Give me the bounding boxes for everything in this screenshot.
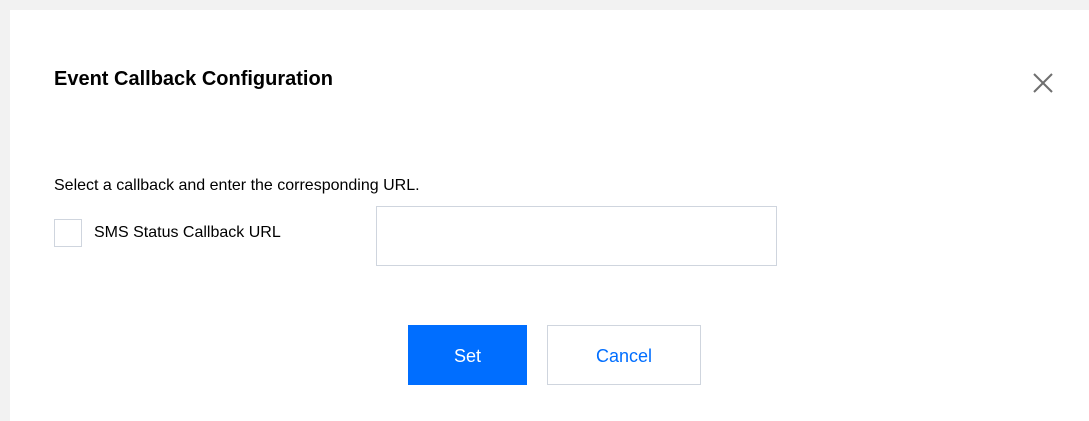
dialog-title: Event Callback Configuration xyxy=(54,68,333,90)
close-icon xyxy=(1033,73,1053,93)
sms-callback-row: SMS Status Callback URL xyxy=(54,206,814,266)
sms-callback-url-input[interactable] xyxy=(376,206,777,266)
instruction-text: Select a callback and enter the correspo… xyxy=(54,177,420,194)
set-button[interactable]: Set xyxy=(408,325,527,385)
page-backdrop: Event Callback Configuration Select a ca… xyxy=(0,0,1089,421)
close-button[interactable] xyxy=(1028,68,1058,98)
event-callback-dialog: Event Callback Configuration Select a ca… xyxy=(10,10,1089,421)
sms-callback-checkbox[interactable] xyxy=(54,219,82,247)
cancel-button[interactable]: Cancel xyxy=(547,325,701,385)
sms-callback-label: SMS Status Callback URL xyxy=(94,224,281,241)
